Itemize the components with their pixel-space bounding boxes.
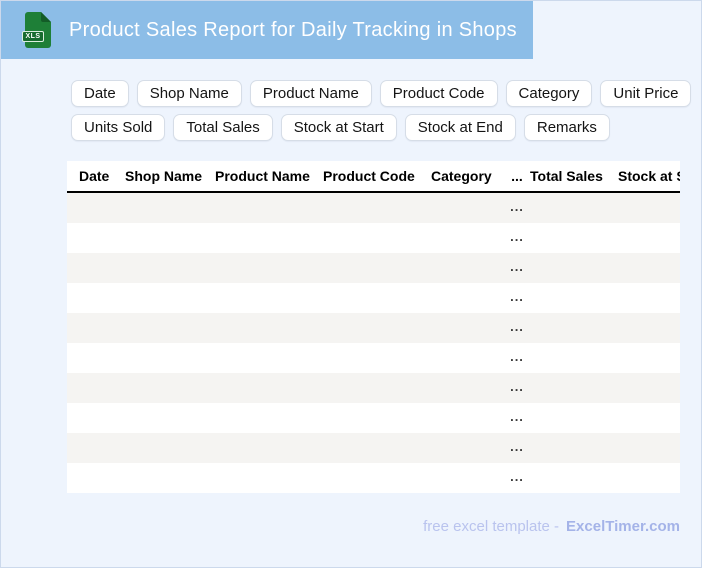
- xls-badge-label: XLS: [22, 31, 44, 42]
- row-placeholder: ...: [510, 349, 524, 364]
- chip-category[interactable]: Category: [505, 80, 593, 107]
- chip-product-code[interactable]: Product Code: [379, 80, 498, 107]
- table-row: ...: [67, 253, 680, 283]
- row-placeholder: ...: [510, 229, 524, 244]
- table-row: ...: [67, 433, 680, 463]
- table-row: ...: [67, 463, 680, 493]
- file-shape-icon: [25, 12, 51, 48]
- table-row: ...: [67, 313, 680, 343]
- page: XLS Product Sales Report for Daily Track…: [0, 0, 702, 568]
- chip-row-2: Units Sold Total Sales Stock at Start St…: [71, 114, 671, 141]
- col-header-ellipsis: ...: [511, 168, 523, 184]
- footer-caption: free excel template -: [423, 518, 560, 535]
- row-placeholder: ...: [510, 289, 524, 304]
- col-header-shop-name: Shop Name: [125, 168, 203, 184]
- table-row: ...: [67, 403, 680, 433]
- col-header-total-sales: Total Sales: [530, 168, 603, 184]
- chip-units-sold[interactable]: Units Sold: [71, 114, 166, 141]
- preview-table: Date Shop Name Product Name Product Code…: [67, 161, 680, 493]
- xls-file-icon: XLS: [22, 12, 51, 48]
- footer-brand-link[interactable]: ExcelTimer.com: [566, 518, 680, 535]
- row-placeholder: ...: [510, 259, 524, 274]
- table-row: ...: [67, 373, 680, 403]
- chip-row-1: Date Shop Name Product Name Product Code…: [71, 80, 692, 107]
- chip-unit-price[interactable]: Unit Price: [600, 80, 692, 107]
- table-row: ...: [67, 193, 680, 223]
- table-header-row: Date Shop Name Product Name Product Code…: [67, 161, 680, 193]
- chip-total-sales[interactable]: Total Sales: [173, 114, 273, 141]
- field-chips: Date Shop Name Product Name Product Code…: [71, 80, 692, 148]
- footer: free excel template - ExcelTimer.com: [423, 518, 680, 535]
- row-placeholder: ...: [510, 199, 524, 214]
- row-placeholder: ...: [510, 439, 524, 454]
- table-row: ...: [67, 283, 680, 313]
- col-header-category: Category: [431, 168, 492, 184]
- row-placeholder: ...: [510, 379, 524, 394]
- row-placeholder: ...: [510, 409, 524, 424]
- chip-stock-at-end[interactable]: Stock at End: [404, 114, 516, 141]
- chip-shop-name[interactable]: Shop Name: [136, 80, 242, 107]
- chip-remarks[interactable]: Remarks: [523, 114, 610, 141]
- header-bar: XLS Product Sales Report for Daily Track…: [1, 1, 533, 59]
- table-row: ...: [67, 223, 680, 253]
- col-header-product-code: Product Code: [323, 168, 415, 184]
- chip-stock-at-start[interactable]: Stock at Start: [280, 114, 397, 141]
- chip-product-name[interactable]: Product Name: [249, 80, 372, 107]
- chip-date[interactable]: Date: [71, 80, 129, 107]
- table-row: ...: [67, 343, 680, 373]
- col-header-product-name: Product Name: [215, 168, 310, 184]
- col-header-date: Date: [79, 168, 110, 184]
- col-header-stock-at-start: Stock at Start: [618, 168, 680, 184]
- page-title: Product Sales Report for Daily Tracking …: [69, 18, 517, 41]
- row-placeholder: ...: [510, 319, 524, 334]
- row-placeholder: ...: [510, 469, 524, 484]
